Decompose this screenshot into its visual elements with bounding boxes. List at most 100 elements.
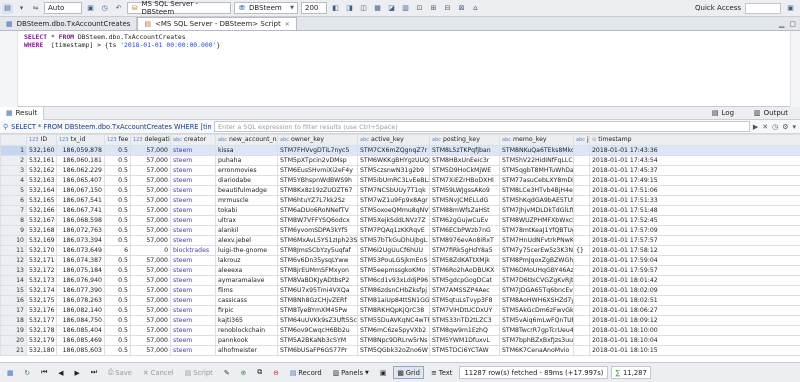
table-row[interactable]: 6 532,165 186,067,541 0.5 57,000 steem mrmuscl…	[0, 195, 800, 206]
table-cell[interactable]: 186,073,649	[56, 245, 105, 256]
perspective-icon[interactable]: ▣	[785, 3, 796, 14]
table-cell[interactable]	[573, 165, 590, 176]
table-cell[interactable]: STM5qtuLsTvyp3F8	[429, 295, 500, 306]
table-cell[interactable]: STM62gGujwCuEv	[429, 215, 500, 226]
table-cell[interactable]: STM5A2BKaNb3cSYM	[277, 335, 358, 346]
commit-icon[interactable]: ⇋	[30, 3, 41, 14]
table-cell[interactable]: 57,000	[130, 345, 171, 356]
table-cell[interactable]: mrmuscle	[215, 195, 278, 206]
table-cell[interactable]: STM6Ro2hAoDBUKX	[429, 265, 500, 276]
next-page-icon[interactable]: ▶	[70, 366, 83, 379]
table-cell[interactable]: STM77asuCebLXY8mDi4	[499, 175, 574, 186]
table-cell[interactable]: 0	[130, 245, 171, 256]
tool-icon-7[interactable]: ⊡	[414, 3, 425, 14]
add-row-icon[interactable]: ⊕	[237, 366, 251, 379]
table-cell[interactable]: STM6ECbPWzb7nG	[429, 225, 500, 236]
table-cell[interactable]: STM5czsnwN31g2b9	[357, 165, 430, 176]
table-cell[interactable]: 0.5	[104, 315, 131, 326]
row-number-cell[interactable]: 12	[0, 255, 27, 266]
table-cell[interactable]: diariodabe	[215, 175, 278, 186]
filter-menu-icon[interactable]: ▾	[792, 123, 796, 131]
column-header[interactable]: 123delegation	[130, 134, 171, 146]
script-button[interactable]: ▤ Script	[181, 366, 217, 379]
tab-log[interactable]: ▤ Log	[706, 107, 740, 120]
table-cell[interactable]: 2018-01-01 18:02:51	[589, 295, 800, 306]
table-cell[interactable]: steem	[170, 155, 216, 166]
table-cell[interactable]: 532,166	[26, 205, 57, 216]
save-button[interactable]: ⎙ Save	[104, 366, 136, 379]
table-cell[interactable]: 0.5	[104, 255, 131, 266]
tab-sql-script[interactable]: ▤ <MS SQL Server - DBSteem> Script ✕	[137, 17, 297, 30]
table-cell[interactable]: 186,085,404	[56, 325, 105, 336]
table-cell[interactable]: 2018-01-01 17:52:45	[589, 215, 800, 226]
table-cell[interactable]: steem	[170, 195, 216, 206]
column-header[interactable]: ⊙ timestamp	[589, 134, 800, 146]
table-cell[interactable]: erronmovies	[215, 165, 278, 176]
table-cell[interactable]: STM5D9HoCkMjWE	[429, 165, 500, 176]
table-cell[interactable]: 532,165	[26, 195, 57, 206]
table-cell[interactable]: 186,073,394	[56, 235, 105, 246]
table-cell[interactable]: STM533nTD2tLZC3	[429, 315, 500, 326]
table-row[interactable]: 20 532,179 186,085,469 0.5 57,000 steem pannko…	[0, 335, 800, 346]
row-number-cell[interactable]: 15	[0, 285, 27, 296]
table-cell[interactable]: 532,168	[26, 225, 57, 236]
table-cell[interactable]: 57,000	[130, 205, 171, 216]
row-number-cell[interactable]: 11	[0, 245, 27, 256]
table-cell[interactable]: 57,000	[130, 255, 171, 266]
table-cell[interactable]: steem	[170, 315, 216, 326]
minimize-icon[interactable]: ▁	[779, 20, 784, 28]
table-cell[interactable]: 532,175	[26, 295, 57, 306]
table-cell[interactable]: STM5pXTpcin2vDMsp	[277, 155, 358, 166]
table-cell[interactable]: 2018-01-01 18:09:12	[589, 315, 800, 326]
table-cell[interactable]: STM78mtKeaJ1YfQBTUg	[499, 225, 574, 236]
table-cell[interactable]: STM8TyeBYmXM45Pw	[277, 305, 358, 316]
row-number-cell[interactable]: 8	[0, 215, 27, 226]
table-cell[interactable]: aleeexa	[215, 265, 278, 276]
prev-page-icon[interactable]: ◀	[54, 366, 67, 379]
table-cell[interactable]: STM6DMoUHqGBY46Az	[499, 265, 574, 276]
table-cell[interactable]: STM5eepmssgkoKMo	[357, 265, 430, 276]
table-cell[interactable]: STM8HBxUnEeic3r	[429, 155, 500, 166]
column-header[interactable]: abc creator	[170, 134, 216, 146]
table-cell[interactable]: STM81aiUp84ttSN1GG	[357, 295, 430, 306]
table-cell[interactable]: STM8PmJqoxZgBZWGhr	[499, 255, 574, 266]
table-row[interactable]: 17 532,176 186,082,140 0.5 57,000 steem firpic…	[0, 305, 800, 316]
table-cell[interactable]: 0.5	[104, 305, 131, 316]
table-cell[interactable]	[573, 255, 590, 266]
table-cell[interactable]: 2018-01-01 18:10:04	[589, 335, 800, 346]
row-number-cell[interactable]: 16	[0, 295, 27, 306]
table-cell[interactable]: 57,000	[130, 325, 171, 336]
table-cell[interactable]: flims	[215, 285, 278, 296]
table-cell[interactable]: 0.5	[104, 235, 131, 246]
tool-icon-1[interactable]: ◧	[330, 3, 341, 14]
table-cell[interactable]	[573, 265, 590, 276]
table-cell[interactable]: 186,072,763	[56, 225, 105, 236]
table-cell[interactable]: STM64uUVKk9sZ3Uft5Sc	[277, 315, 358, 326]
table-cell[interactable]: STM7CX6mZQgnqZ7r	[357, 145, 430, 156]
table-cell[interactable]: 532,172	[26, 265, 57, 276]
table-cell[interactable]: STM5vAiq6mLwFQnTUbi	[499, 315, 574, 326]
table-cell[interactable]: 186,084,750	[56, 315, 105, 326]
table-cell[interactable]: beautifulmadge	[215, 185, 278, 196]
table-cell[interactable]: 532,163	[26, 175, 57, 186]
table-cell[interactable]: STM8Npc9DRLrw5rNs	[357, 335, 430, 346]
table-cell[interactable]: 532,177	[26, 315, 57, 326]
table-cell[interactable]: 186,059,878	[56, 145, 105, 156]
table-cell[interactable]: STM7D6tbiCVGZgKvRjt6	[499, 275, 574, 286]
table-cell[interactable]: STM7ViHDtUCDxUY	[429, 305, 500, 316]
table-row[interactable]: 12 532,171 186,074,387 0.5 57,000 steem lakrou…	[0, 255, 800, 266]
table-cell[interactable]: 57,000	[130, 225, 171, 236]
row-number-cell[interactable]: 10	[0, 235, 27, 246]
table-cell[interactable]: STM88mWfsZaHSt	[429, 205, 500, 216]
table-cell[interactable]: 57,000	[130, 335, 171, 346]
table-cell[interactable]: 2018-01-01 18:10:15	[589, 345, 800, 356]
table-cell[interactable]: kissa	[215, 145, 278, 156]
table-row[interactable]: 15 532,174 186,077,390 0.5 57,000 steem flims S…	[0, 285, 800, 296]
row-number-cell[interactable]: 20	[0, 335, 27, 346]
column-header[interactable]: 123 tx_id	[56, 134, 105, 146]
table-cell[interactable]: STM6K7CenaAnoMvio	[499, 345, 574, 356]
row-number-cell[interactable]: 2	[0, 155, 27, 166]
tool-icon-6[interactable]: ▥	[400, 3, 411, 14]
table-cell[interactable]: STM5ibUmRC3LvEeBLx	[357, 175, 430, 186]
editor-scrollbar[interactable]	[790, 31, 800, 107]
